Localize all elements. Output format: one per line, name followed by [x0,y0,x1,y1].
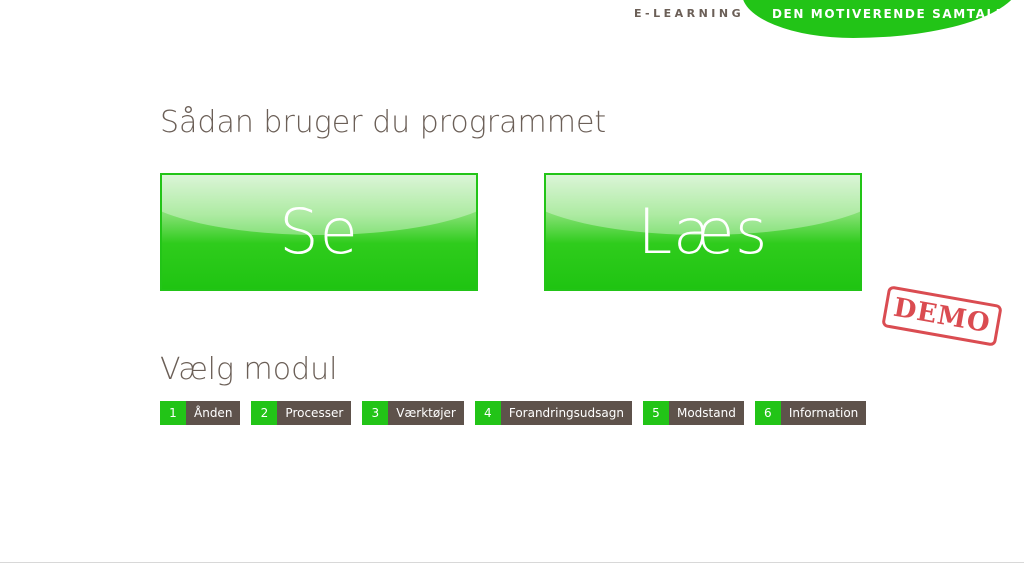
module-button-2[interactable]: 2 Processer [251,401,352,425]
module-label: Ånden [186,401,241,425]
demo-stamp: DEMO [881,285,1003,347]
module-button-5[interactable]: 5 Modstand [642,401,744,425]
module-number: 5 [642,401,669,425]
module-label: Modstand [668,401,744,425]
elearning-label: E-LEARNING [634,7,745,20]
read-button-label: Læs [637,195,769,268]
module-label: Information [780,401,867,425]
module-label: Værktøjer [388,401,464,425]
module-section-title: Vælg modul [160,352,338,387]
module-button-1[interactable]: 1 Ånden [160,401,241,425]
module-number: 6 [754,401,781,425]
module-list: 1 Ånden 2 Processer 3 Værktøjer 4 Forand… [160,401,867,425]
module-label: Processer [277,401,352,425]
page-title: Sådan bruger du programmet [160,105,607,140]
module-label: Forandringsudsagn [500,401,632,425]
module-button-3[interactable]: 3 Værktøjer [362,401,464,425]
read-button[interactable]: Læs [544,173,862,291]
module-number: 1 [160,401,186,425]
brand-title[interactable]: DEN MOTIVERENDE SAMTALE [772,7,1006,21]
page: E-LEARNING DEN MOTIVERENDE SAMTALE Sådan… [0,0,1024,567]
module-number: 3 [362,401,389,425]
module-number: 4 [474,401,501,425]
module-button-4[interactable]: 4 Forandringsudsagn [474,401,632,425]
module-button-6[interactable]: 6 Information [754,401,867,425]
footer-divider [0,562,1024,563]
see-button[interactable]: Se [160,173,478,291]
module-number: 2 [251,401,278,425]
see-button-label: Se [279,195,359,268]
